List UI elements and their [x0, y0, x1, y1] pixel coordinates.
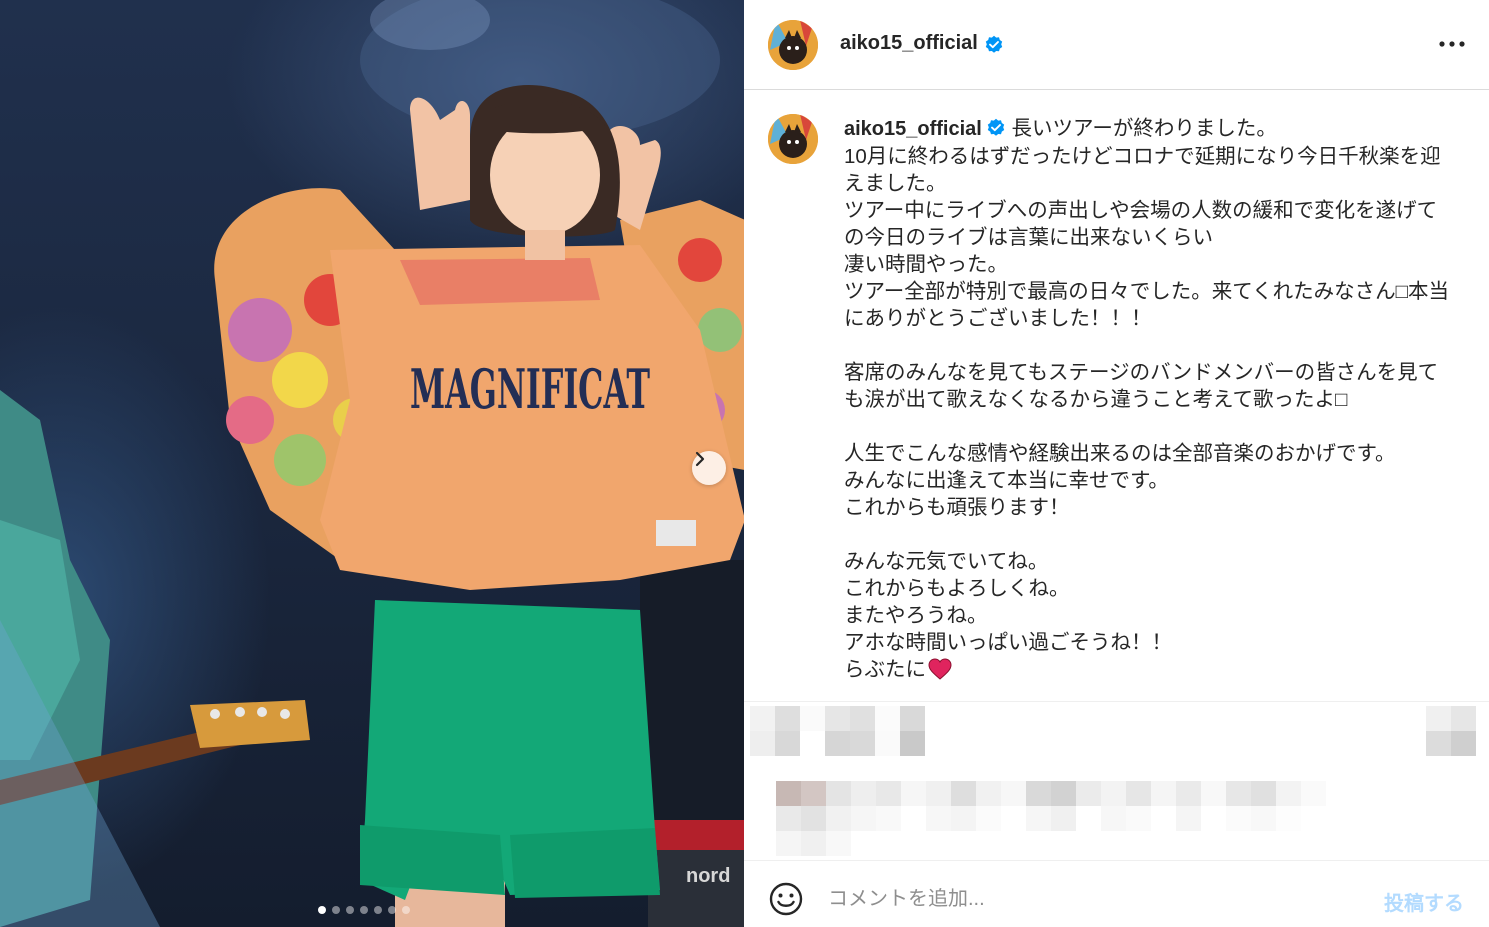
redacted-likes — [776, 781, 1326, 856]
post-photo: nord MAGNIFICAT — [0, 0, 744, 927]
avatar-image — [768, 114, 818, 164]
comment-bar: 投稿する — [744, 860, 1489, 927]
caption-body: 長いツアーが終わりました。 10月に終わるはずだったけどコロナで延期になり今日千… — [844, 117, 1450, 681]
post-side-panel: aiko15_official aiko15_official 長いツアーが終わ… — [744, 0, 1489, 927]
caption-username[interactable]: aiko15_official — [844, 118, 982, 140]
post-header: aiko15_official — [744, 0, 1489, 90]
chevron-right-icon — [695, 451, 705, 467]
verified-badge-icon — [987, 118, 1005, 136]
carousel-dot — [374, 906, 382, 914]
carousel-dot — [332, 906, 340, 914]
carousel-dot — [388, 906, 396, 914]
caption-text: aiko15_official 長いツアーが終わりました。 10月に終わるはずだ… — [844, 115, 1454, 683]
avatar[interactable] — [768, 20, 818, 70]
caption-avatar[interactable] — [768, 114, 818, 164]
comment-input[interactable] — [828, 883, 1348, 915]
keyboard-brand: nord — [686, 865, 730, 887]
emoji-icon[interactable] — [768, 881, 804, 917]
shirt-print: MAGNIFICAT — [410, 357, 650, 421]
carousel-next-button[interactable] — [692, 451, 726, 485]
header-username[interactable]: aiko15_official — [840, 32, 978, 55]
red-heart-icon — [928, 658, 952, 680]
verified-badge-icon — [985, 35, 1003, 53]
redacted-actions — [750, 706, 925, 756]
carousel-indicator — [318, 906, 410, 914]
divider — [744, 701, 1489, 702]
carousel-dot — [318, 906, 326, 914]
more-options-icon[interactable] — [1434, 34, 1470, 54]
avatar-image — [768, 20, 818, 70]
carousel-dot — [346, 906, 354, 914]
redacted-bookmark — [1426, 706, 1476, 756]
photo-illustration: nord MAGNIFICAT — [0, 0, 744, 927]
post-comment-button[interactable]: 投稿する — [1384, 887, 1464, 916]
carousel-dot — [360, 906, 368, 914]
caption-section: aiko15_official 長いツアーが終わりました。 10月に終わるはずだ… — [744, 91, 1489, 701]
carousel-dot — [402, 906, 410, 914]
